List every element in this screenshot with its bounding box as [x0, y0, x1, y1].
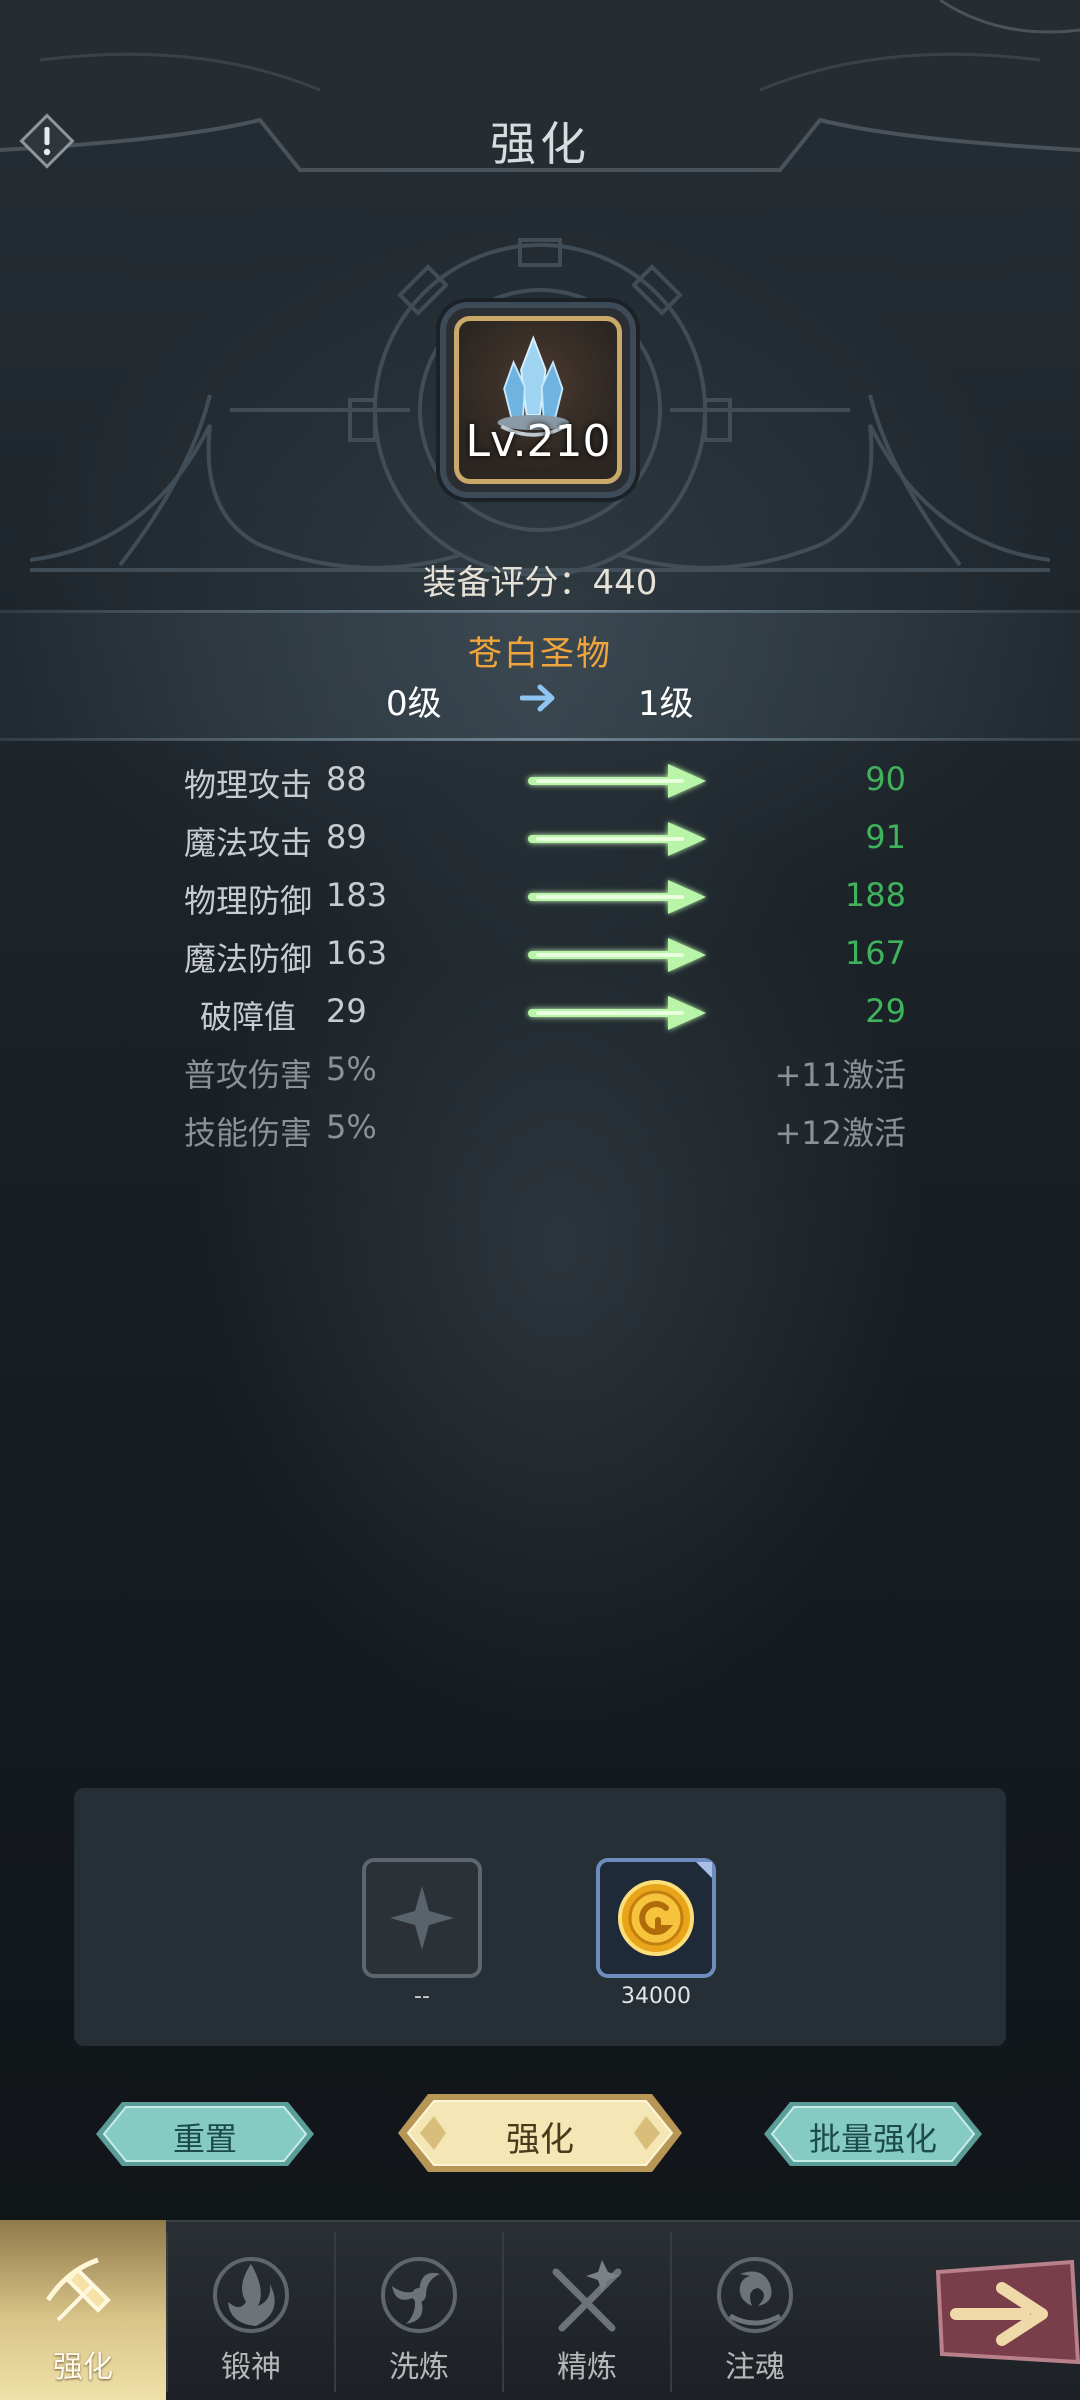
stat-row: 物理攻击 88 90	[0, 756, 1080, 806]
batch-enhance-button[interactable]: 批量强化	[764, 2098, 982, 2170]
green-arrow-icon	[522, 874, 712, 920]
stat-label: 魔法防御	[184, 940, 313, 978]
tab-label: 注魂	[725, 2350, 785, 2385]
stat-new-value: +11激活	[774, 1056, 906, 1094]
equipment-icon-frame: Lv.210	[454, 316, 622, 484]
stat-label: 物理攻击	[184, 766, 313, 804]
tab-forge[interactable]: 锻神	[168, 2220, 334, 2400]
tab-refine[interactable]: 洗炼	[336, 2220, 502, 2400]
tab-enhance[interactable]: 强化	[0, 2220, 166, 2400]
stat-new-value: +12激活	[774, 1114, 906, 1152]
reset-button-label: 重置	[172, 2120, 237, 2158]
green-arrow-icon	[522, 932, 712, 978]
stat-value: 5%	[326, 1108, 377, 1146]
gold-coin-icon	[618, 1862, 712, 1956]
tab-label: 洗炼	[389, 2350, 449, 2385]
enhance-screen: 强化 Lv.210 装备评分：440 苍白圣物 0级 1级 物理攻击 88 90…	[0, 0, 1080, 2400]
stat-value: 88	[326, 760, 367, 798]
equipment-slot[interactable]: Lv.210	[446, 308, 630, 492]
arrow-right-icon	[520, 684, 555, 712]
forge-flame-icon	[213, 2257, 289, 2333]
green-arrow-icon	[522, 990, 712, 1036]
page-title: 强化	[490, 117, 590, 171]
stat-row: 魔法攻击 89 91	[0, 814, 1080, 864]
material-slot-empty[interactable]	[362, 1858, 482, 1978]
stat-row: 魔法防御 163 167	[0, 930, 1080, 980]
equipment-level: Lv.210	[465, 416, 611, 467]
stat-new-value: 91	[865, 818, 906, 856]
divider-bottom	[0, 738, 1080, 741]
tab-label: 精炼	[557, 2350, 617, 2385]
level-to: 1级	[638, 684, 694, 724]
stat-label: 物理防御	[184, 882, 313, 920]
enhance-button[interactable]: 强化	[398, 2090, 682, 2176]
equipment-name: 苍白圣物	[468, 634, 612, 674]
stat-label: 技能伤害	[184, 1114, 313, 1152]
stat-value: 5%	[326, 1050, 377, 1088]
stat-row: 技能伤害 5% +12激活	[0, 1104, 1080, 1154]
tab-label: 强化	[53, 2350, 113, 2385]
level-from: 0级	[386, 684, 442, 724]
crossed-swords-icon	[552, 2260, 622, 2332]
stat-row: 破障值 29 29	[0, 988, 1080, 1038]
green-arrow-icon	[522, 758, 712, 804]
materials-panel	[74, 1788, 1006, 2046]
stat-value: 89	[326, 818, 367, 856]
material-slot-empty-label: --	[414, 1984, 430, 2009]
stat-row: 物理防御 183 188	[0, 872, 1080, 922]
enhance-button-label: 强化	[506, 2120, 574, 2160]
stat-new-value: 188	[844, 876, 906, 914]
next-arrow-icon[interactable]	[932, 2258, 1080, 2368]
stat-new-value: 29	[865, 992, 906, 1030]
stat-label: 普攻伤害	[184, 1056, 313, 1094]
enhance-hammer-icon	[45, 2257, 111, 2322]
tab-purify[interactable]: 精炼	[504, 2220, 670, 2400]
material-slot-coin[interactable]	[596, 1858, 716, 1978]
stat-new-value: 167	[844, 934, 906, 972]
stat-label: 魔法攻击	[184, 824, 313, 862]
stat-value: 163	[326, 934, 388, 972]
tab-soul[interactable]: 注魂	[672, 2220, 838, 2400]
stat-label: 破障值	[200, 998, 297, 1036]
tab-label: 锻神	[221, 2350, 281, 2385]
stat-value: 29	[326, 992, 367, 1030]
coin-amount: 34000	[621, 1984, 691, 2009]
stat-new-value: 90	[865, 760, 906, 798]
stat-value: 183	[326, 876, 388, 914]
stat-row: 普攻伤害 5% +11激活	[0, 1046, 1080, 1096]
plus-icon	[390, 1886, 454, 1950]
soul-flame-icon	[717, 2257, 793, 2333]
reset-button[interactable]: 重置	[96, 2098, 314, 2170]
batch-button-label: 批量强化	[808, 2120, 937, 2158]
refine-swirl-icon	[381, 2257, 457, 2333]
equipment-score: 装备评分：440	[422, 563, 658, 603]
green-arrow-icon	[522, 816, 712, 862]
